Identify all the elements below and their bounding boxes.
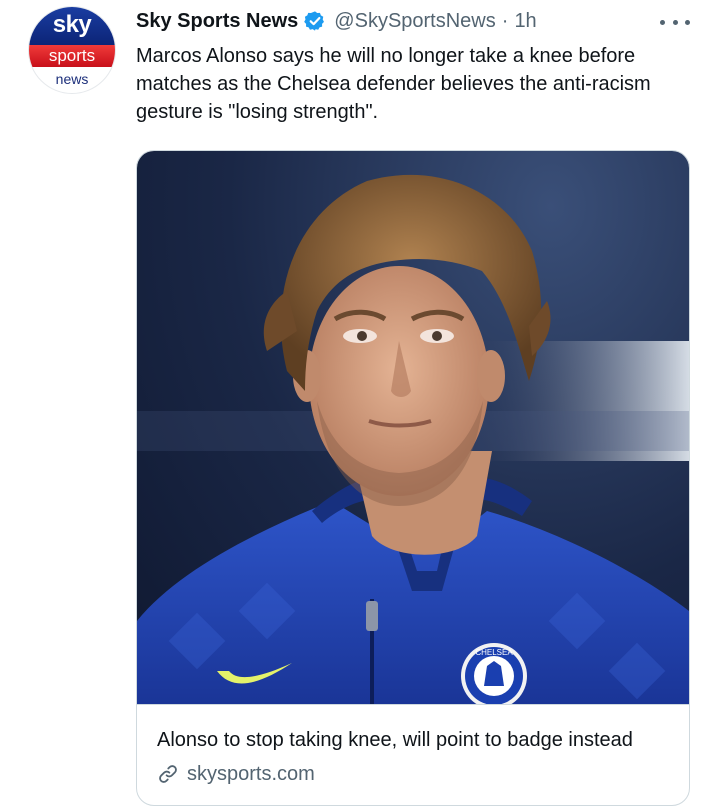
author-handle[interactable]: @SkySportsNews bbox=[334, 10, 495, 33]
avatar-logo-sports: sports bbox=[29, 45, 115, 67]
link-card[interactable]: CHELSEA Alonso to stop taking knee, will… bbox=[136, 150, 690, 806]
avatar[interactable]: sky sports news bbox=[28, 6, 116, 94]
avatar-logo-sky: sky bbox=[29, 7, 115, 45]
avatar-logo-news: news bbox=[55, 71, 89, 87]
tweet-timestamp[interactable]: 1h bbox=[514, 10, 536, 33]
card-domain-row[interactable]: skysports.com bbox=[157, 760, 315, 788]
svg-text:CHELSEA: CHELSEA bbox=[475, 648, 513, 657]
author-name[interactable]: Sky Sports News bbox=[136, 10, 298, 33]
card-title[interactable]: Alonso to stop taking knee, will point t… bbox=[157, 729, 633, 752]
card-domain: skysports.com bbox=[187, 762, 315, 785]
tweet[interactable]: sky sports news Sky Sports News @SkySpor… bbox=[0, 0, 720, 810]
tweet-header: Sky Sports News @SkySportsNews · 1h bbox=[136, 6, 537, 36]
verified-badge-icon bbox=[304, 10, 326, 32]
tweet-text: Marcos Alonso says he will no longer tak… bbox=[136, 45, 651, 123]
card-image[interactable]: CHELSEA bbox=[137, 151, 689, 704]
card-meta[interactable]: Alonso to stop taking knee, will point t… bbox=[137, 704, 689, 805]
link-icon bbox=[157, 763, 179, 785]
more-options-icon[interactable] bbox=[660, 10, 690, 34]
separator-dot: · bbox=[501, 9, 509, 32]
